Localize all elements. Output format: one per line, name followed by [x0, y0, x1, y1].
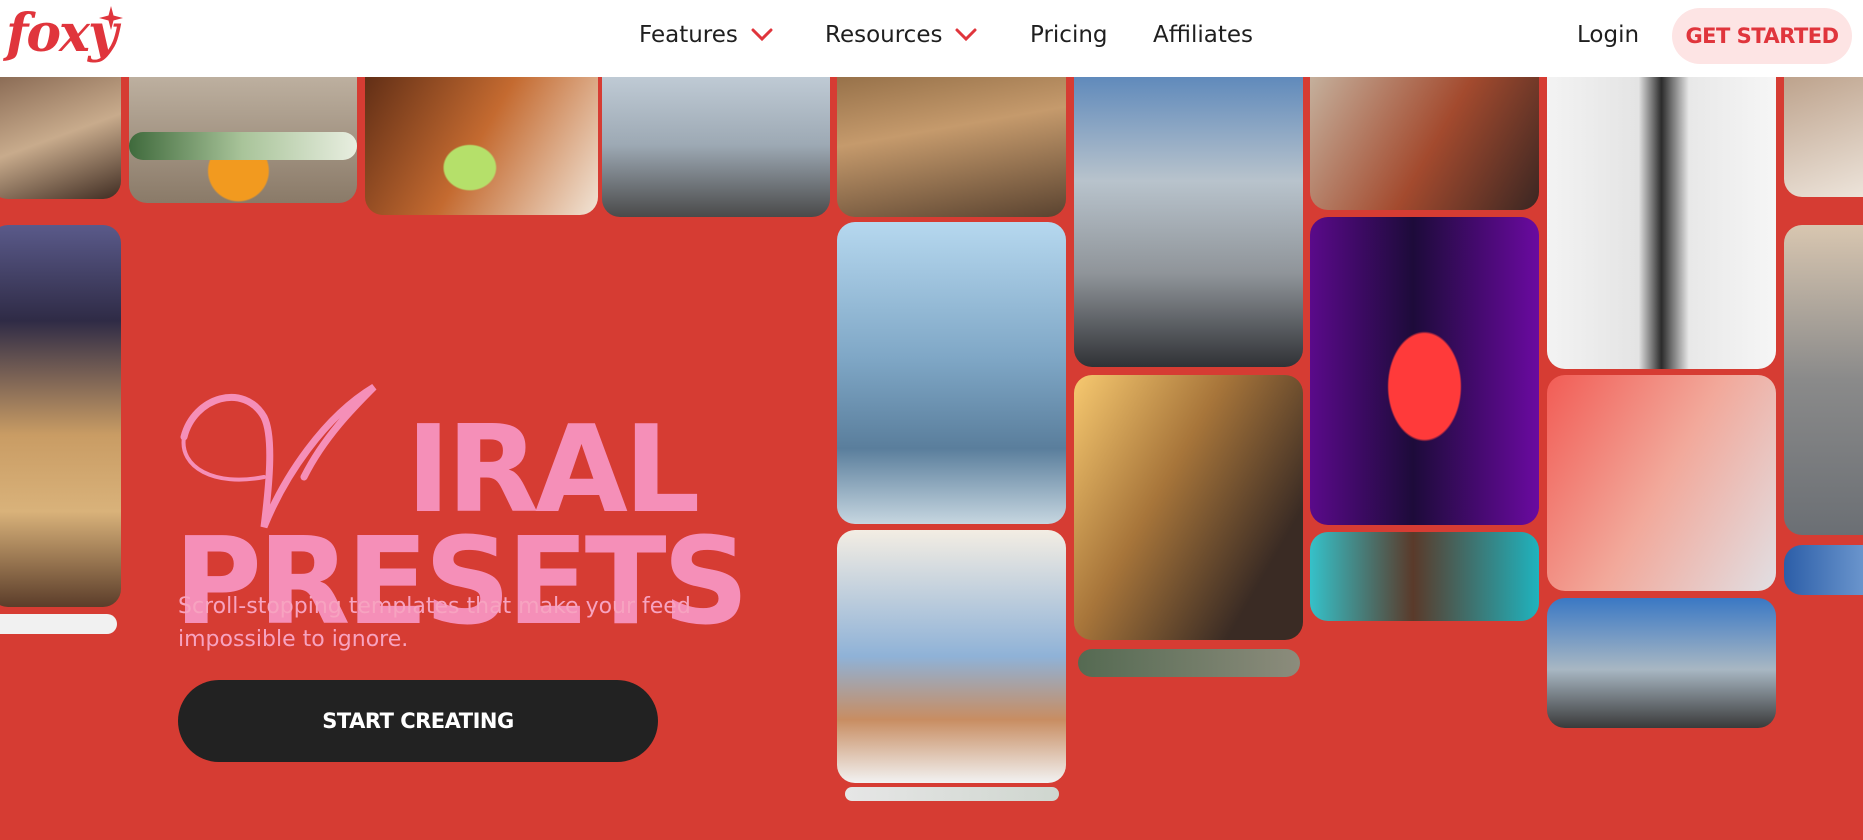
photo-tile	[1547, 77, 1776, 369]
photo-tile	[0, 614, 117, 634]
nav-resources-label: Resources	[825, 22, 943, 48]
login-link[interactable]: Login	[1577, 22, 1639, 48]
photo-tile	[365, 77, 598, 215]
chevron-down-icon	[955, 28, 977, 42]
photo-tile	[837, 222, 1066, 524]
site-header: foxy Features Resources Pricing Affiliat…	[0, 0, 1863, 77]
photo-tile	[602, 77, 830, 217]
photo-tile	[1784, 77, 1863, 197]
photo-tile	[0, 77, 121, 199]
photo-tile	[0, 225, 121, 607]
photo-tile	[1310, 77, 1539, 210]
photo-tile	[1074, 77, 1303, 367]
photo-tile	[837, 77, 1066, 217]
sparkle-icon	[99, 6, 123, 30]
nav-features-label: Features	[639, 22, 738, 48]
nav-features[interactable]: Features	[639, 22, 774, 48]
hero-subtitle: Scroll-stopping templates that make your…	[178, 594, 691, 652]
photo-tile	[1310, 532, 1539, 621]
photo-tile	[1310, 217, 1539, 525]
photo-tile	[1547, 375, 1776, 591]
photo-tile	[1784, 225, 1863, 535]
photo-tile	[1074, 375, 1303, 640]
photo-tile	[1784, 545, 1863, 595]
photo-tile	[129, 132, 357, 160]
nav-affiliates[interactable]: Affiliates	[1153, 22, 1253, 48]
get-started-button[interactable]: GET STARTED	[1672, 8, 1852, 64]
photo-tile	[837, 530, 1066, 783]
photo-tile	[1078, 649, 1300, 677]
nav-pricing[interactable]: Pricing	[1030, 22, 1108, 48]
chevron-down-icon	[751, 28, 773, 42]
photo-tile	[845, 787, 1059, 801]
start-creating-button[interactable]: START CREATING	[178, 680, 658, 762]
photo-tile	[1547, 598, 1776, 728]
nav-resources[interactable]: Resources	[825, 22, 978, 48]
